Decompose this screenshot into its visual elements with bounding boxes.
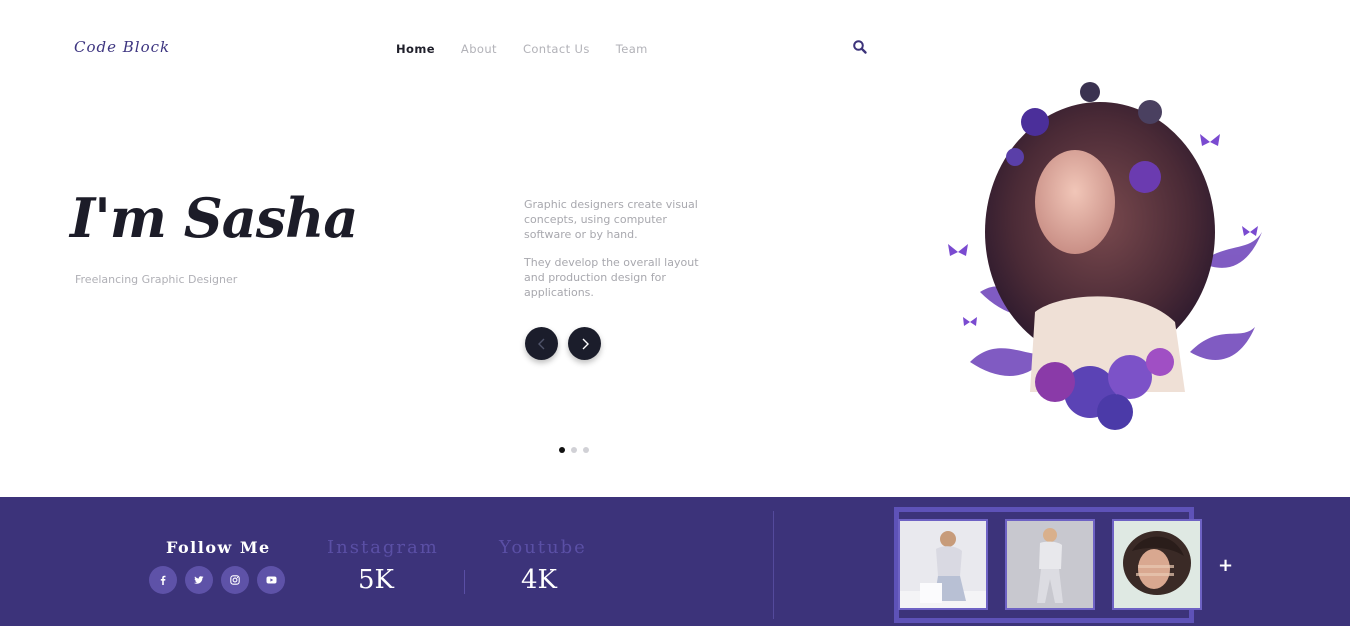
hero-description: Graphic designers create visual concepts… <box>524 197 714 300</box>
page: Code Block Home About Contact Us Team I'… <box>0 0 1350 626</box>
social-links <box>149 566 285 594</box>
logo[interactable]: Code Block <box>74 38 170 56</box>
stats-divider <box>464 570 465 594</box>
nav-about[interactable]: About <box>461 42 497 56</box>
slider-dots <box>559 447 589 453</box>
chevron-left-icon <box>537 338 544 349</box>
description-paragraph-1: Graphic designers create visual concepts… <box>524 198 698 241</box>
gallery-thumbnail[interactable] <box>898 519 988 610</box>
hero-portrait-image <box>948 82 1262 430</box>
youtube-label: Youtube <box>499 537 587 558</box>
chevron-right-icon <box>582 338 589 349</box>
nav-contact-us[interactable]: Contact Us <box>523 42 590 56</box>
gallery-thumbnail[interactable] <box>1112 519 1202 610</box>
hero-subtitle: Freelancing Graphic Designer <box>75 273 238 286</box>
band-divider <box>773 511 774 619</box>
youtube-count: 4K <box>521 565 557 595</box>
slider-dot[interactable] <box>559 447 565 453</box>
slider-dot[interactable] <box>571 447 577 453</box>
slider-next-button[interactable] <box>568 327 601 360</box>
nav-home[interactable]: Home <box>396 42 435 56</box>
main-nav: Home About Contact Us Team <box>396 42 648 56</box>
hero-title: I'm Sasha <box>70 186 358 250</box>
facebook-icon[interactable] <box>149 566 177 594</box>
gallery-thumbnail[interactable] <box>1005 519 1095 610</box>
twitter-icon[interactable] <box>185 566 213 594</box>
search-icon[interactable] <box>852 39 868 55</box>
slider-prev-button[interactable] <box>525 327 558 360</box>
slider-dot[interactable] <box>583 447 589 453</box>
description-paragraph-2: They develop the overall layout and prod… <box>524 256 699 299</box>
instagram-icon[interactable] <box>221 566 249 594</box>
follow-title: Follow Me <box>166 538 271 557</box>
instagram-count: 5K <box>358 565 394 595</box>
more-gallery-button[interactable]: + <box>1218 555 1233 576</box>
nav-team[interactable]: Team <box>616 42 648 56</box>
youtube-icon[interactable] <box>257 566 285 594</box>
instagram-label: Instagram <box>327 537 439 558</box>
